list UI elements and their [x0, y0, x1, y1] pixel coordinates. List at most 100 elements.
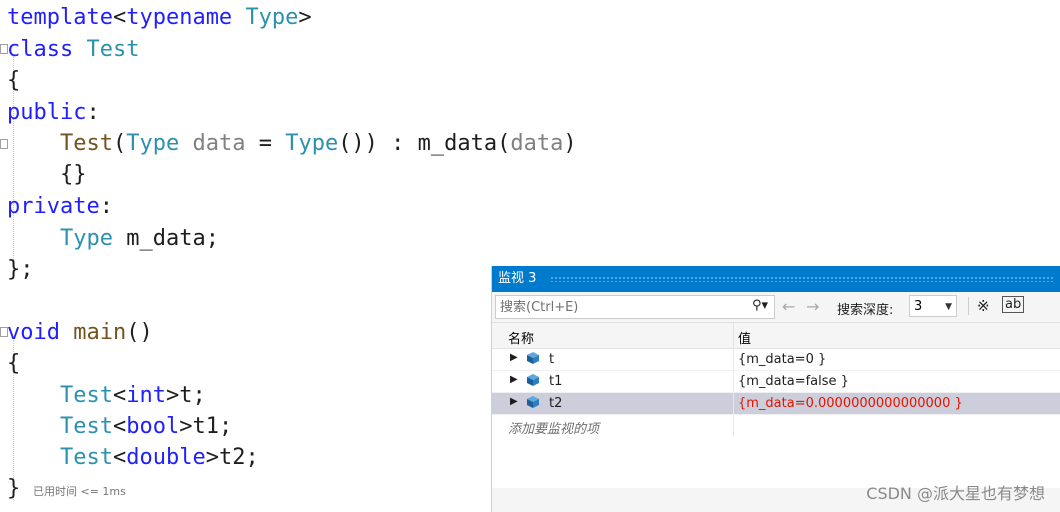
variable-cube-icon [527, 396, 539, 408]
watch-row-t[interactable]: ▶ t {m_data=0 } [492, 349, 1060, 371]
function-name: main [73, 320, 127, 345]
search-icon[interactable]: ⚲▾ [752, 298, 768, 313]
fold-toggle-constructor[interactable] [0, 139, 8, 149]
code-line-4[interactable]: public: [7, 98, 100, 128]
code-line-9[interactable]: }; [7, 255, 34, 285]
watch-row-t2[interactable]: ▶ t2 {m_data=0.0000000000000000 } [492, 393, 1060, 415]
expand-arrow-icon[interactable]: ▶ [510, 374, 518, 385]
keyword: int [126, 383, 166, 408]
punct: ) [563, 131, 577, 156]
brace: { [7, 68, 21, 93]
keyword: class [7, 37, 74, 62]
watermark: CSDN @派大星也有梦想 [866, 484, 1045, 503]
filter-pin-icon[interactable]: ※ [977, 297, 990, 315]
brace: }; [7, 257, 34, 282]
cell-divider [733, 393, 734, 414]
search-depth-select[interactable]: 3 ▼ [909, 295, 957, 317]
punct: ( [497, 131, 511, 156]
punct: = [245, 131, 286, 156]
expand-arrow-icon[interactable]: ▶ [510, 352, 518, 363]
column-header-value[interactable]: 值 [738, 328, 751, 347]
punct: > [179, 414, 193, 439]
code-line-15[interactable]: } [7, 474, 20, 504]
search-back-arrow-icon[interactable]: ← [782, 297, 795, 316]
code-text: t1; [192, 414, 233, 439]
keyword: bool [126, 414, 180, 439]
cell-divider [733, 349, 734, 370]
type-name: Test [60, 414, 113, 439]
variable-value-changed[interactable]: {m_data=0.0000000000000000 } [738, 396, 963, 411]
code-line-2[interactable]: class Test [7, 35, 139, 65]
code-text: t2; [218, 445, 259, 470]
punct: () [126, 320, 153, 345]
column-splitter[interactable] [733, 323, 734, 348]
cell-divider [733, 415, 734, 436]
add-watch-hint: 添加要监视的项 [508, 422, 600, 437]
keyword: private [7, 194, 100, 219]
function-name: Test [60, 131, 113, 156]
watch-title: 监视 3 [498, 271, 537, 286]
punct: ()) : [338, 131, 418, 156]
watch-title-bar[interactable]: 监视 3 [492, 266, 1060, 292]
code-line-3[interactable]: { [7, 66, 20, 96]
code-line-14[interactable]: Test<double>t2; [60, 443, 259, 473]
code-line-1[interactable]: template<typename Type> [7, 3, 312, 33]
code-line-11[interactable]: { [7, 349, 20, 379]
search-input[interactable] [496, 297, 730, 318]
keyword: void [7, 320, 60, 345]
parameter: data [510, 131, 564, 156]
search-box: ⚲▾ [495, 295, 775, 319]
keyword: double [126, 445, 206, 470]
add-watch-row[interactable]: 添加要监视的项 [492, 415, 1060, 437]
code-line-7[interactable]: private: [7, 192, 113, 222]
code-line-13[interactable]: Test<bool>t1; [60, 412, 232, 442]
type-name: Test [60, 383, 113, 408]
punct: < [112, 414, 127, 439]
watch-grid: 名称 值 ▶ t {m_data=0 } ▶ t1 {m_data=false … [492, 323, 1060, 488]
expand-arrow-icon[interactable]: ▶ [510, 396, 518, 407]
watch-window: 监视 3 ⚲▾ ← → 搜索深度: 3 ▼ ※ ab 名称 值 ▶ t {m_d… [491, 266, 1060, 512]
variable-value[interactable]: {m_data=0 } [738, 352, 826, 367]
search-forward-arrow-icon[interactable]: → [806, 297, 819, 316]
watch-row-t1[interactable]: ▶ t1 {m_data=false } [492, 371, 1060, 393]
type-name: Type [245, 5, 299, 30]
code-text: t; [179, 383, 206, 408]
code-line-5[interactable]: Test(Type data = Type()) : m_data(data) [60, 129, 577, 159]
variable-value[interactable]: {m_data=false } [738, 374, 849, 389]
brace: } [7, 476, 21, 501]
punct: : [99, 194, 113, 219]
code-line-8[interactable]: Type m_data; [60, 224, 219, 254]
hex-display-icon[interactable]: ab [1002, 296, 1025, 313]
variable-name: t2 [549, 396, 563, 411]
toolbar-separator [968, 297, 969, 315]
punct: < [112, 5, 127, 30]
punct: > [298, 5, 312, 30]
column-header-name[interactable]: 名称 [508, 328, 534, 347]
punct: < [112, 445, 127, 470]
type-name: Test [60, 445, 113, 470]
keyword: public [7, 100, 87, 125]
code-line-6[interactable]: {} [60, 160, 87, 190]
perf-tip-elapsed[interactable]: 已用时间 <= 1ms [33, 483, 126, 499]
keyword: template [7, 5, 113, 30]
search-depth-value: 3 [914, 299, 923, 314]
punct: < [112, 383, 127, 408]
punct: ( [112, 131, 127, 156]
variable-name: t [549, 352, 555, 367]
type-name: Type [285, 131, 339, 156]
watch-toolbar: ⚲▾ ← → 搜索深度: 3 ▼ ※ ab [492, 292, 1060, 323]
type-name: Type [126, 131, 180, 156]
code-line-12[interactable]: Test<int>t; [60, 381, 206, 411]
code-text: m_data; [112, 226, 219, 251]
grid-header: 名称 值 [492, 323, 1060, 349]
member: m_data [417, 131, 498, 156]
punct: > [205, 445, 219, 470]
punct: : [86, 100, 100, 125]
punct: > [165, 383, 180, 408]
chevron-down-icon: ▼ [945, 302, 952, 312]
code-line-10[interactable]: void main() [7, 318, 153, 348]
